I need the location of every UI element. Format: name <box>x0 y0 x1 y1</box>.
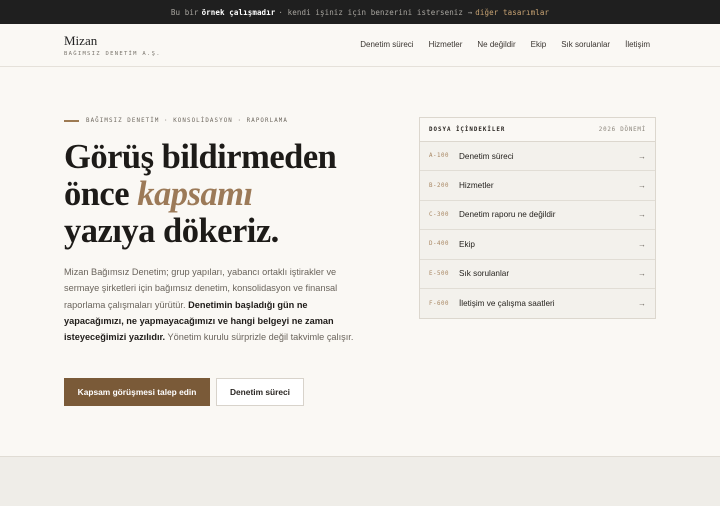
announcement-emphasis: örnek çalışmadır <box>201 7 276 17</box>
toc-item-code: A-100 <box>429 153 449 160</box>
next-section <box>0 456 720 506</box>
hero-eyebrow: BAĞIMSIZ DENETİM · KONSOLİDASYON · RAPOR… <box>64 118 288 124</box>
hero-headline: Görüş bildirmeden önce kapsamı yazıya dö… <box>64 138 337 250</box>
toc-item[interactable]: B-200 Hizmetler → <box>420 171 655 201</box>
toc-item-label: Denetim raporu ne değildir <box>459 210 556 220</box>
toc-item-code: E-500 <box>429 270 449 277</box>
toc-item-label: Denetim süreci <box>459 151 514 161</box>
headline-line-2: önce <box>64 175 130 213</box>
headline-line-1: Görüş bildirmeden <box>64 138 337 176</box>
toc-item-label: Sık sorulanlar <box>459 269 510 279</box>
nav-link-ekip[interactable]: Ekip <box>531 40 547 49</box>
toc-period: 2026 DÖNEMİ <box>598 126 646 133</box>
nav-link-hizmetler[interactable]: Hizmetler <box>429 40 463 49</box>
arrow-right-icon: → <box>638 210 646 220</box>
file-contents-panel: DOSYA İÇİNDEKİLER 2026 DÖNEMİ A-100 Dene… <box>419 117 656 319</box>
arrow-right-icon: → <box>638 239 646 249</box>
toc-item[interactable]: D-400 Ekip → <box>420 230 655 260</box>
audit-process-button[interactable]: Denetim süreci <box>216 378 304 406</box>
toc-item[interactable]: C-300 Denetim raporu ne değildir → <box>420 201 655 231</box>
nav-link-denetim-sureci[interactable]: Denetim süreci <box>360 40 413 49</box>
other-designs-link[interactable]: diğer tasarımlar <box>475 8 549 17</box>
arrow-right-icon: → <box>638 151 646 161</box>
toc-item-code: D-400 <box>429 241 449 248</box>
toc-item[interactable]: F-600 İletişim ve çalışma saatleri → <box>420 289 655 318</box>
toc-header: DOSYA İÇİNDEKİLER 2026 DÖNEMİ <box>420 118 655 142</box>
toc-item-code: C-300 <box>429 211 449 218</box>
toc-item[interactable]: E-500 Sık sorulanlar → <box>420 260 655 289</box>
toc-item-code: B-200 <box>429 182 449 189</box>
headline-italic: kapsamı <box>137 175 253 213</box>
lead-text-2: Yönetim kurulu sürprizle değil takvimle … <box>167 332 354 343</box>
hero-lead: Mizan Bağımsız Denetim; grup yapıları, y… <box>64 264 369 345</box>
headline-line-3: yazıya dökeriz. <box>64 212 279 250</box>
toc-item-code: F-600 <box>429 300 449 307</box>
announcement-bar: Bu bir örnek çalışmadır · kendi işiniz i… <box>0 0 720 24</box>
arrow-right-icon: → <box>638 299 646 309</box>
brand-logo[interactable]: Mizan BAĞIMSIZ DENETİM A.Ş. <box>64 33 161 58</box>
arrow-right-icon: → <box>638 269 646 279</box>
toc-title: DOSYA İÇİNDEKİLER <box>429 126 506 133</box>
toc-item-label: Ekip <box>459 239 475 249</box>
brand-subtitle: BAĞIMSIZ DENETİM A.Ş. <box>64 51 161 57</box>
request-scope-meeting-button[interactable]: Kapsam görüşmesi talep edin <box>64 378 210 406</box>
arrow-right-icon: → <box>638 181 646 191</box>
eyebrow-rule <box>64 120 79 122</box>
nav-link-sik-sorulanlar[interactable]: Sık sorulanlar <box>561 40 610 49</box>
nav-link-ne-degildir[interactable]: Ne değildir <box>477 40 515 49</box>
toc-item-label: İletişim ve çalışma saatleri <box>459 299 555 309</box>
brand-name: Mizan <box>64 33 98 48</box>
main-nav: Denetim süreci Hizmetler Ne değildir Eki… <box>360 40 650 49</box>
eyebrow-text: BAĞIMSIZ DENETİM · KONSOLİDASYON · RAPOR… <box>86 118 288 124</box>
nav-link-iletisim[interactable]: İletişim <box>625 40 650 49</box>
announcement-prefix: Bu bir <box>170 7 199 17</box>
toc-item[interactable]: A-100 Denetim süreci → <box>420 142 655 172</box>
announcement-middle: · kendi işiniz için benzerini isterseniz… <box>278 7 473 17</box>
site-header: Mizan BAĞIMSIZ DENETİM A.Ş. Denetim süre… <box>0 24 720 67</box>
toc-item-label: Hizmetler <box>459 181 494 191</box>
